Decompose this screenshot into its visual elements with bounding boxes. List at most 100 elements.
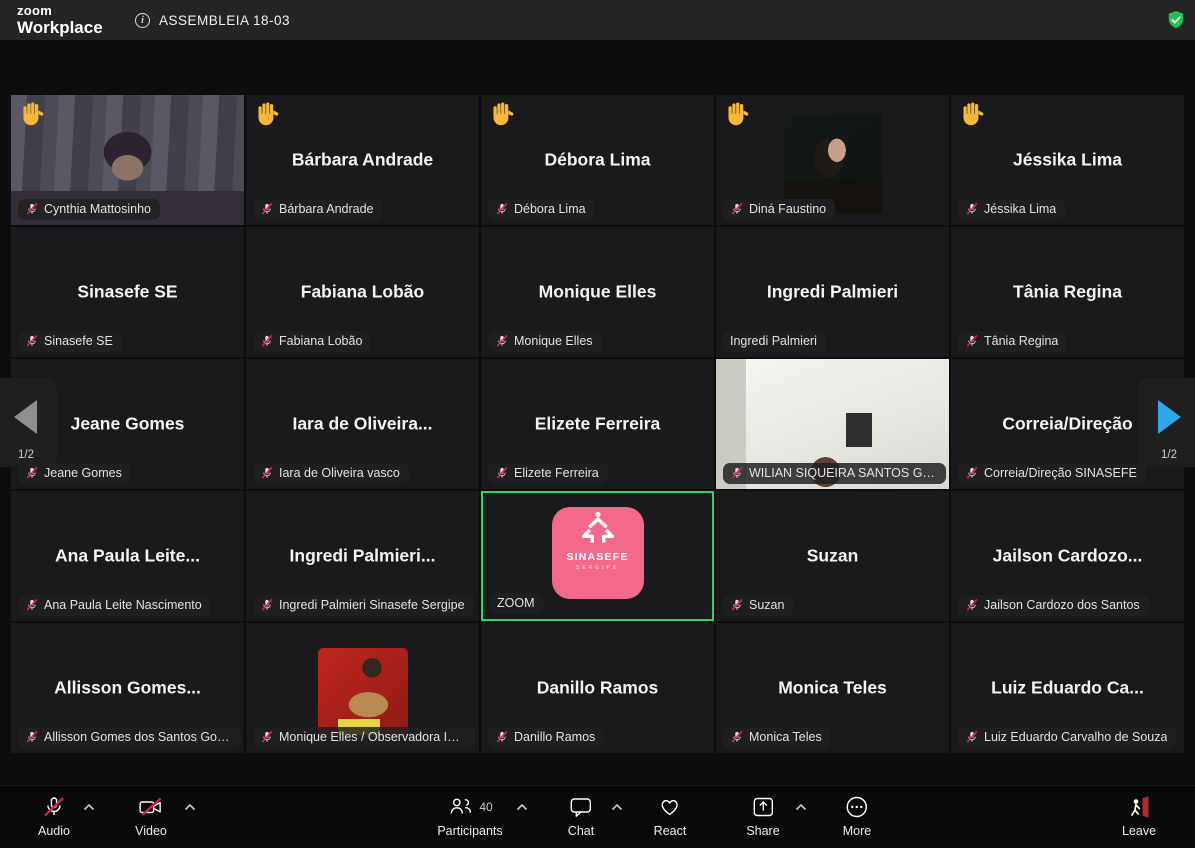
more-ellipsis-icon — [844, 794, 870, 820]
sinasefe-logo-icon — [575, 507, 621, 553]
chat-options-caret[interactable] — [611, 803, 623, 811]
participant-label-text: Luiz Eduardo Carvalho de Souza — [984, 730, 1167, 744]
raised-hand-icon — [960, 100, 987, 127]
mic-muted-icon — [260, 202, 274, 216]
audio-label: Audio — [38, 824, 70, 838]
participant-label: Bárbara Andrade — [253, 199, 383, 220]
participant-tile[interactable]: Bárbara Andrade Bárbara Andrade — [246, 95, 479, 225]
zoom-workplace-logo: zoom Workplace — [17, 4, 103, 36]
mic-muted-icon — [260, 334, 274, 348]
security-shield-icon[interactable] — [1166, 10, 1186, 30]
more-button[interactable]: More — [843, 793, 871, 838]
previous-page-button[interactable]: 1/2 — [0, 378, 57, 467]
participant-label: Tânia Regina — [958, 331, 1067, 352]
participant-tile[interactable]: Monica Teles Monica Teles — [716, 623, 949, 753]
participant-tile[interactable]: Sinasefe SE Sinasefe SE — [11, 227, 244, 357]
participants-button[interactable]: 40 Participants — [437, 793, 502, 838]
react-button[interactable]: React — [654, 793, 687, 838]
participant-name: Allisson Gomes... — [20, 678, 234, 699]
participant-tile[interactable]: Monique Elles / Observadora IFS -... — [246, 623, 479, 753]
participant-label-text: Ingredi Palmieri — [730, 334, 817, 348]
video-options-caret[interactable] — [184, 803, 196, 811]
sinasefe-logo-subtitle: SERGIPE — [576, 565, 619, 571]
mic-muted-icon — [495, 202, 509, 216]
meeting-info-button[interactable]: i ASSEMBLEIA 18-03 — [135, 0, 290, 40]
participant-tile[interactable]: Luiz Eduardo Ca... Luiz Eduardo Carvalho… — [951, 623, 1184, 753]
participant-label-text: Jéssika Lima — [984, 202, 1056, 216]
audio-options-caret[interactable] — [83, 803, 95, 811]
participant-label: Monique Elles / Observadora IFS -... — [253, 727, 476, 748]
participant-label: Fabiana Lobão — [253, 331, 371, 352]
share-label: Share — [746, 824, 779, 838]
participant-name: Danillo Ramos — [490, 678, 704, 699]
participant-label: Ingredi Palmieri Sinasefe Sergipe — [253, 595, 474, 616]
participant-tile[interactable]: Tânia Regina Tânia Regina — [951, 227, 1184, 357]
page-indicator-right: 1/2 — [1161, 449, 1177, 461]
leave-button[interactable]: Leave — [1122, 793, 1156, 838]
participant-tile[interactable]: Monique Elles Monique Elles — [481, 227, 714, 357]
raised-hand-icon — [725, 100, 752, 127]
participant-name: Luiz Eduardo Ca... — [960, 678, 1174, 699]
participants-options-caret[interactable] — [516, 803, 528, 811]
participant-label: Ingredi Palmieri — [723, 331, 826, 352]
participant-name: Iara de Oliveira... — [255, 414, 469, 435]
next-page-button[interactable]: 1/2 — [1138, 378, 1195, 467]
participant-tile[interactable]: Suzan Suzan — [716, 491, 949, 621]
participant-label-text: Tânia Regina — [984, 334, 1058, 348]
participant-tile[interactable]: Elizete Ferreira Elizete Ferreira — [481, 359, 714, 489]
participant-tile[interactable]: Diná Faustino — [716, 95, 949, 225]
mic-muted-icon — [260, 466, 274, 480]
participant-tile[interactable]: Danillo Ramos Danillo Ramos — [481, 623, 714, 753]
mic-muted-icon — [965, 202, 979, 216]
participant-tile[interactable]: Jéssika Lima Jéssika Lima — [951, 95, 1184, 225]
participant-tile[interactable]: Fabiana Lobão Fabiana Lobão — [246, 227, 479, 357]
participant-label: Allisson Gomes dos Santos Goes -... — [18, 727, 241, 748]
participant-label-text: Correia/Direção SINASEFE — [984, 466, 1137, 480]
participant-tile[interactable]: Allisson Gomes... Allisson Gomes dos San… — [11, 623, 244, 753]
participant-label-text: Ingredi Palmieri Sinasefe Sergipe — [279, 598, 465, 612]
participant-label: Jéssika Lima — [958, 199, 1065, 220]
participant-tile[interactable]: Débora Lima Débora Lima — [481, 95, 714, 225]
participant-tile[interactable]: Ingredi Palmieri Ingredi Palmieri — [716, 227, 949, 357]
participant-tile[interactable]: WILIAN SIQUEIRA SANTOS GOMES — [716, 359, 949, 489]
share-button[interactable]: Share — [746, 793, 779, 838]
audio-button[interactable]: Audio — [38, 793, 70, 838]
participant-label: Monique Elles — [488, 331, 602, 352]
raised-hand-icon — [20, 100, 47, 127]
mic-muted-icon — [965, 466, 979, 480]
participant-tile[interactable]: Ingredi Palmieri... Ingredi Palmieri Sin… — [246, 491, 479, 621]
participant-tile[interactable]: Ana Paula Leite... Ana Paula Leite Nasci… — [11, 491, 244, 621]
participant-tile[interactable]: Jailson Cardozo... Jailson Cardozo dos S… — [951, 491, 1184, 621]
info-icon: i — [135, 13, 150, 28]
participant-label-text: WILIAN SIQUEIRA SANTOS GOMES — [749, 466, 937, 480]
mic-muted-icon — [25, 466, 39, 480]
participant-label-text: Fabiana Lobão — [279, 334, 362, 348]
mic-muted-icon — [965, 334, 979, 348]
video-button[interactable]: Video — [135, 793, 167, 838]
participant-label-text: Cynthia Mattosinho — [44, 202, 151, 216]
mic-muted-icon — [965, 598, 979, 612]
heart-icon — [657, 794, 683, 820]
mic-muted-icon — [260, 730, 274, 744]
chat-button[interactable]: Chat — [568, 793, 594, 838]
participant-tile[interactable]: Cynthia Mattosinho — [11, 95, 244, 225]
participant-label-text: Iara de Oliveira vasco — [279, 466, 400, 480]
participant-label: Luiz Eduardo Carvalho de Souza — [958, 727, 1176, 748]
participant-label: Sinasefe SE — [18, 331, 122, 352]
participant-tile[interactable]: Iara de Oliveira... Iara de Oliveira vas… — [246, 359, 479, 489]
participant-label-text: Bárbara Andrade — [279, 202, 374, 216]
participant-name: Monique Elles — [490, 282, 704, 303]
zoom-meeting-window: zoom Workplace i ASSEMBLEIA 18-03 — [0, 0, 1195, 848]
mic-muted-icon — [730, 598, 744, 612]
participant-label-text: Monica Teles — [749, 730, 822, 744]
share-options-caret[interactable] — [795, 803, 807, 811]
mic-muted-icon — [495, 334, 509, 348]
participant-tile[interactable]: SINASEFE SERGIPE ZOOM — [481, 491, 714, 621]
participant-label: WILIAN SIQUEIRA SANTOS GOMES — [723, 463, 946, 484]
participant-label: Débora Lima — [488, 199, 595, 220]
raised-hand-icon — [255, 100, 282, 127]
meeting-toolbar: Audio Video — [0, 785, 1195, 848]
mic-muted-icon — [25, 730, 39, 744]
mic-muted-icon — [730, 202, 744, 216]
participant-label-text: Ana Paula Leite Nascimento — [44, 598, 202, 612]
